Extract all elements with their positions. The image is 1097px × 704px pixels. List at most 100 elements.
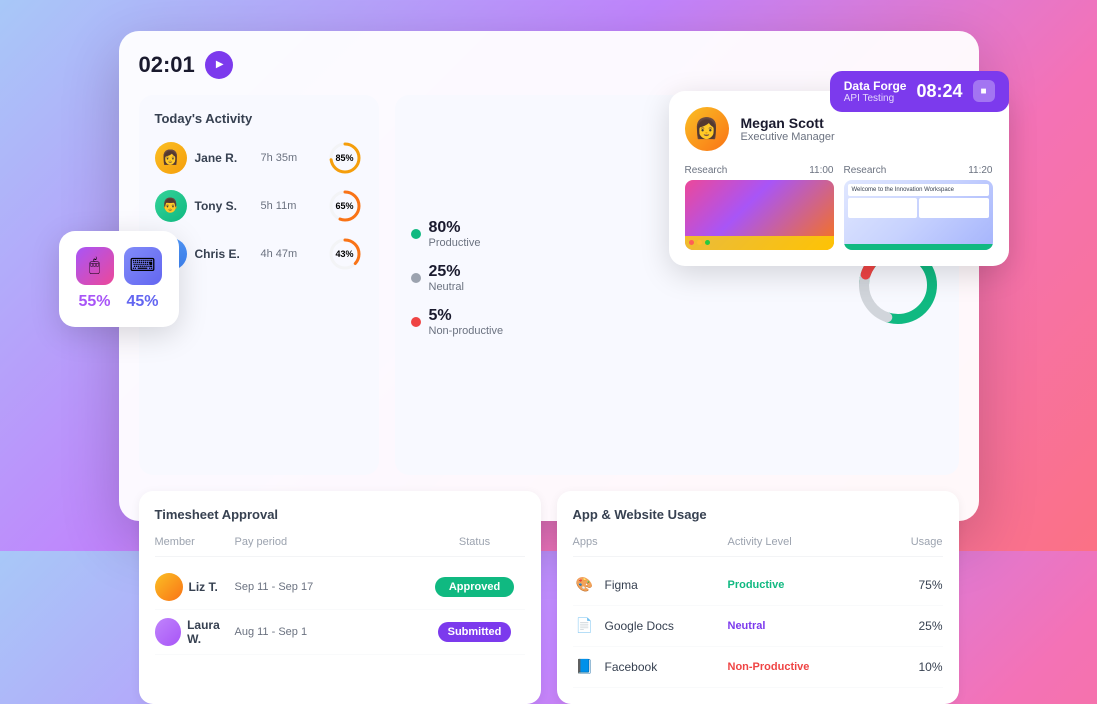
mac-dot-yellow: [697, 240, 702, 245]
facebook-icon: 📘: [573, 655, 597, 679]
stop-button[interactable]: [973, 80, 995, 102]
badge-title: Data Forge: [844, 79, 907, 93]
bottom-row: Timesheet Approval Member Pay period Sta…: [139, 491, 959, 704]
activity-row: 👨 Tony S. 5h 11m 65%: [155, 188, 363, 224]
table-row: Laura W. Aug 11 - Sep 1 Submitted: [155, 610, 525, 655]
usage-title: App & Website Usage: [573, 507, 943, 522]
timer-badge: Data Forge API Testing 08:24: [830, 71, 1009, 112]
stat-item: 25% Neutral: [411, 263, 837, 293]
main-card: 02:01 🖱 ⌨ 55% 45% Today's Activity 👩 Jan…: [119, 31, 979, 521]
stat-item: 5% Non-productive: [411, 307, 837, 337]
keyboard-percentage: 45%: [127, 293, 159, 311]
screenshot-label: Research 11:00: [685, 165, 834, 176]
input-card: 🖱 ⌨ 55% 45%: [59, 231, 179, 327]
status-badge: Approved: [425, 577, 525, 597]
screenshot-time: 11:00: [809, 165, 833, 176]
app-info: 📘 Facebook: [573, 655, 728, 679]
progress-ring: 85%: [327, 140, 363, 176]
screenshot-title: Research: [685, 165, 728, 176]
mouse-icon: 🖱: [76, 247, 114, 285]
stat-label: Neutral: [429, 281, 464, 293]
ring-pct: 65%: [327, 188, 363, 224]
col-header-usage: Usage: [883, 536, 943, 548]
member-name: Jane R.: [195, 151, 253, 165]
member-name: Liz T.: [189, 580, 218, 594]
input-icons: 🖱 ⌨: [76, 247, 162, 285]
activity-level: Neutral: [728, 620, 883, 632]
usage-row: 📄 Google Docs Neutral 25%: [573, 606, 943, 647]
col-header-apps: Apps: [573, 536, 728, 548]
timesheet-title: Timesheet Approval: [155, 507, 525, 522]
app-name: Facebook: [605, 660, 658, 674]
mac-bar: [685, 236, 834, 250]
usage-row: 🎨 Figma Productive 75%: [573, 565, 943, 606]
screenshot-label: Research 11:20: [844, 165, 993, 176]
play-button[interactable]: [205, 51, 233, 79]
figma-icon: 🎨: [573, 573, 597, 597]
member-avatar: [155, 573, 183, 601]
member-info: Laura W.: [155, 618, 235, 646]
screenshots-row: Research 11:00 Research 11:20: [685, 165, 993, 250]
member-avatar: [155, 618, 182, 646]
screenshot-title: Research: [844, 165, 887, 176]
approved-badge: Approved: [435, 577, 514, 597]
dot-green: [411, 229, 421, 239]
status-badge: Submitted: [425, 622, 525, 642]
timesheet-card: Timesheet Approval Member Pay period Sta…: [139, 491, 541, 704]
col-header-activity: Activity Level: [728, 536, 883, 548]
keyboard-icon: ⌨: [124, 247, 162, 285]
screenshot-image: Welcome to the Innovation Workspace: [844, 180, 993, 250]
table-row: Liz T. Sep 11 - Sep 17 Approved: [155, 565, 525, 610]
timer-display: 02:01: [139, 52, 195, 78]
col-header-period: Pay period: [235, 536, 425, 548]
member-name: Tony S.: [195, 199, 253, 213]
ring-pct: 43%: [327, 236, 363, 272]
activity-title: Today's Activity: [155, 111, 363, 126]
usage-pct: 75%: [883, 578, 943, 592]
app-name: Google Docs: [605, 619, 674, 633]
usage-header: Apps Activity Level Usage: [573, 536, 943, 557]
stat-pct: 5%: [429, 307, 504, 325]
badge-subtitle: API Testing: [844, 93, 907, 104]
avatar: 👨: [155, 190, 187, 222]
mouse-percentage: 55%: [78, 293, 110, 311]
col-header-status: Status: [425, 536, 525, 548]
green-bar: [844, 244, 993, 250]
activity-level: Non-Productive: [728, 661, 883, 673]
col-header-member: Member: [155, 536, 235, 548]
screenshot-time: 11:20: [968, 165, 992, 176]
profile-role: Executive Manager: [741, 131, 835, 143]
mac-dot-red: [689, 240, 694, 245]
screenshot-image: [685, 180, 834, 250]
dot-gray: [411, 273, 421, 283]
stat-pct: 80%: [429, 219, 481, 237]
googledocs-icon: 📄: [573, 614, 597, 638]
profile-card: Data Forge API Testing 08:24 👩 Megan Sco…: [669, 91, 1009, 266]
activity-level: Productive: [728, 579, 883, 591]
app-name: Figma: [605, 578, 638, 592]
mac-dot-green: [705, 240, 710, 245]
profile-header: 👩 Megan Scott Executive Manager: [685, 107, 993, 151]
screenshot-item: Research 11:20 Welcome to the Innovation…: [844, 165, 993, 250]
stat-label: Non-productive: [429, 325, 504, 337]
member-name: Chris E.: [195, 247, 253, 261]
member-name: Laura W.: [187, 618, 234, 646]
activity-row: 👦 Chris E. 4h 47m 43%: [155, 236, 363, 272]
progress-ring: 43%: [327, 236, 363, 272]
table-header: Member Pay period Status: [155, 536, 525, 557]
profile-avatar: 👩: [685, 107, 729, 151]
profile-name: Megan Scott: [741, 115, 835, 131]
pay-period: Sep 11 - Sep 17: [235, 581, 425, 593]
usage-pct: 25%: [883, 619, 943, 633]
pay-period: Aug 11 - Sep 1: [235, 626, 425, 638]
stat-pct: 25%: [429, 263, 464, 281]
usage-row: 📘 Facebook Non-Productive 10%: [573, 647, 943, 688]
member-info: Liz T.: [155, 573, 235, 601]
usage-pct: 10%: [883, 660, 943, 674]
screenshot-item: Research 11:00: [685, 165, 834, 250]
input-percentages: 55% 45%: [78, 293, 158, 311]
activity-row: 👩 Jane R. 7h 35m 85%: [155, 140, 363, 176]
member-time: 7h 35m: [261, 152, 319, 164]
member-time: 5h 11m: [261, 200, 319, 212]
app-info: 🎨 Figma: [573, 573, 728, 597]
